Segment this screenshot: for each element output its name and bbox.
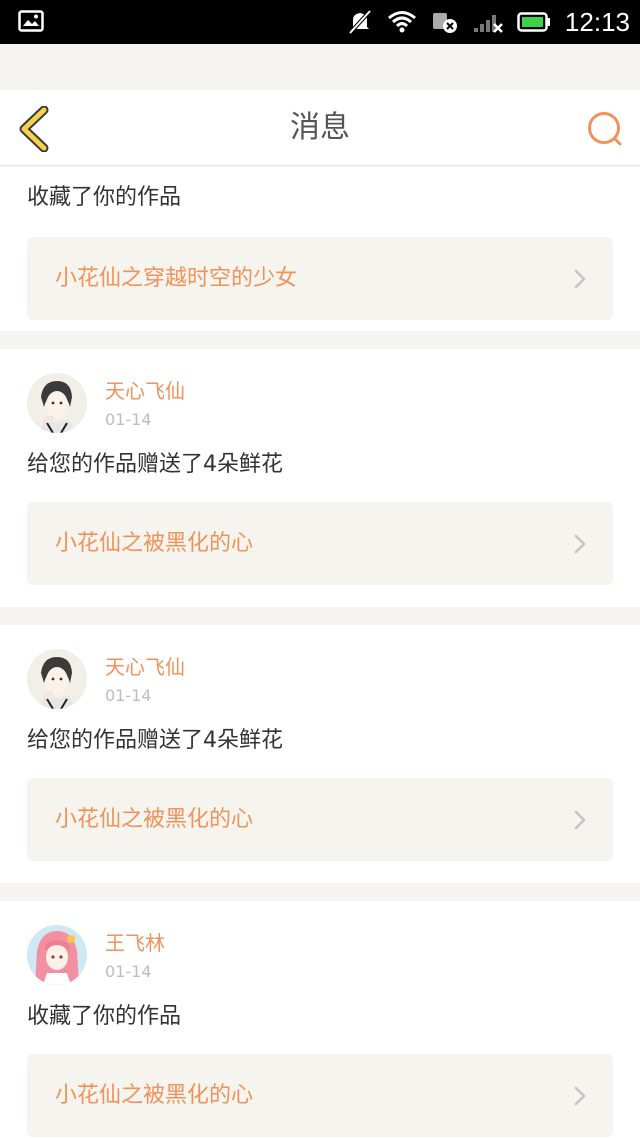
page-title: 消息 — [290, 110, 350, 145]
user-row: 天心飞仙 01-14 — [27, 349, 613, 445]
message-action-text: 给您的作品赠送了4朵鲜花 — [27, 452, 283, 477]
work-title: 小花仙之被黑化的心 — [55, 1083, 254, 1108]
chevron-right-icon — [574, 269, 586, 289]
avatar-illustration-icon — [27, 925, 87, 985]
user-name[interactable]: 天心飞仙 — [105, 654, 185, 680]
battery-icon — [517, 12, 550, 32]
message-action-text: 收藏了你的作品 — [27, 185, 182, 210]
work-title: 小花仙之穿越时空的少女 — [55, 266, 298, 291]
message-action-text: 给您的作品赠送了4朵鲜花 — [27, 728, 283, 753]
message-date: 01-14 — [105, 962, 152, 981]
message-list[interactable]: 收藏了你的作品 小花仙之穿越时空的少女 天心飞仙 01-14 给您的作品赠送了4… — [0, 167, 640, 1138]
user-name[interactable]: 王飞林 — [105, 930, 165, 956]
wifi-icon — [387, 11, 416, 33]
avatar-illustration-icon — [27, 649, 87, 709]
top-spacer — [0, 44, 640, 90]
user-row: 王飞林 01-14 — [27, 901, 613, 997]
avatar[interactable] — [27, 373, 87, 433]
data-disabled-icon — [432, 13, 457, 33]
mute-icon — [348, 9, 372, 35]
avatar[interactable] — [27, 925, 87, 985]
search-icon[interactable] — [586, 110, 624, 148]
signal-icon — [473, 15, 503, 33]
user-row: 天心飞仙 01-14 — [27, 625, 613, 721]
message-card: 天心飞仙 01-14 给您的作品赠送了4朵鲜花 小花仙之被黑化的心 — [0, 349, 640, 607]
chevron-right-icon — [574, 810, 586, 830]
message-card: 王飞林 01-14 收藏了你的作品 小花仙之被黑化的心 — [0, 901, 640, 1138]
message-date: 01-14 — [105, 686, 152, 705]
chevron-right-icon — [574, 1086, 586, 1106]
user-name[interactable]: 天心飞仙 — [105, 378, 185, 404]
work-link[interactable]: 小花仙之被黑化的心 — [27, 502, 613, 585]
work-link[interactable]: 小花仙之被黑化的心 — [27, 1054, 613, 1137]
nav-bar: 消息 — [0, 90, 640, 166]
image-notification-icon — [18, 10, 44, 32]
work-link[interactable]: 小花仙之被黑化的心 — [27, 778, 613, 861]
status-time: 12:13 — [564, 7, 630, 37]
status-bar: 12:13 — [0, 0, 640, 44]
work-title: 小花仙之被黑化的心 — [55, 807, 254, 832]
message-date: 01-14 — [105, 410, 152, 429]
avatar[interactable] — [27, 649, 87, 709]
message-card: 收藏了你的作品 小花仙之穿越时空的少女 — [0, 167, 640, 331]
message-action-text: 收藏了你的作品 — [27, 1004, 182, 1029]
chevron-right-icon — [574, 534, 586, 554]
work-title: 小花仙之被黑化的心 — [55, 531, 254, 556]
work-link[interactable]: 小花仙之穿越时空的少女 — [27, 237, 613, 320]
message-card: 天心飞仙 01-14 给您的作品赠送了4朵鲜花 小花仙之被黑化的心 — [0, 625, 640, 883]
avatar-illustration-icon — [27, 373, 87, 433]
